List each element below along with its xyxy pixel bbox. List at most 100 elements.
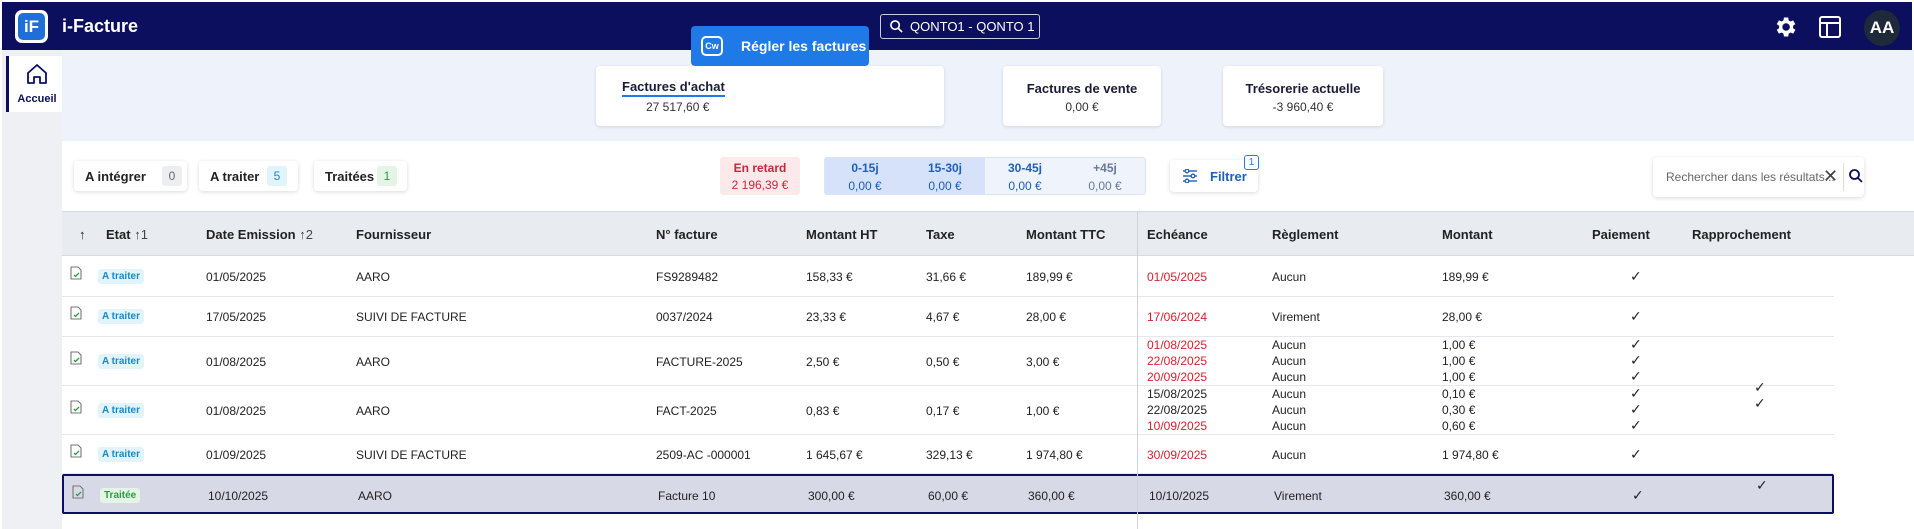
col-fournisseur[interactable]: Fournisseur	[356, 227, 431, 242]
bucket-label: 0-15j	[851, 161, 879, 175]
sort-indicator: ↑1	[134, 227, 148, 242]
col-reglement[interactable]: Règlement	[1272, 227, 1338, 242]
document-check-icon[interactable]	[70, 306, 82, 325]
col-montant-ht[interactable]: Montant HT	[806, 227, 877, 242]
cell-montant: 0,30 €	[1442, 403, 1476, 417]
cell-montant: 189,99 €	[1442, 270, 1489, 284]
status-badge: Traitée	[100, 488, 141, 503]
col-num-facture[interactable]: N° facture	[656, 227, 718, 242]
cell-echeance: 15/08/2025	[1147, 387, 1208, 401]
company-selector[interactable]: QONTO1 - QONTO 1	[880, 14, 1040, 39]
card-purchase-invoices[interactable]: Factures d'achat 27 517,60 €	[596, 66, 944, 126]
sidebar-item-home[interactable]: Accueil	[6, 56, 62, 112]
document-check-icon[interactable]	[70, 400, 82, 419]
tab-a-integrer[interactable]: A intégrer 0	[74, 161, 187, 191]
table-row[interactable]: A traiter 01/05/2025 AARO FS9289482 158,33 €…	[62, 257, 1834, 297]
cell-fournisseur: AARO	[358, 489, 393, 503]
cell-montant-ht: 1 645,67 €	[806, 448, 863, 462]
col-etat[interactable]: Etat ↑1	[106, 227, 148, 242]
sliders-icon	[1183, 169, 1197, 183]
app-logo-mark: iF	[18, 13, 45, 40]
check-icon: ✓	[1754, 395, 1766, 411]
pay-invoices-button[interactable]: Cw Régler les factures	[691, 26, 869, 66]
table-row[interactable]: A traiter 01/09/2025 SUIVI DE FACTURE 2509-…	[62, 435, 1834, 474]
document-check-icon[interactable]	[70, 351, 82, 370]
table-row[interactable]: Traitée 10/10/2025 AARO Facture 10 300,00 € 6…	[62, 474, 1834, 514]
col-paiement[interactable]: Paiement	[1592, 227, 1650, 242]
app-logo[interactable]: iF	[15, 10, 48, 43]
bucket-0-15[interactable]: 0-15j 0,00 €	[825, 158, 905, 194]
tab-traitees[interactable]: Traitées 1	[314, 161, 407, 191]
table-row[interactable]: A traiter 17/05/2025 SUIVI DE FACTURE 0037/…	[62, 297, 1834, 337]
cell-reglement: Aucun	[1272, 270, 1307, 284]
cell-taxe: 31,66 €	[926, 270, 967, 284]
gear-icon[interactable]	[1772, 14, 1798, 40]
search-icon	[890, 20, 903, 33]
close-icon[interactable]: ✕	[1823, 166, 1838, 187]
cell-num-facture: 2509-AC -000001	[656, 448, 751, 462]
cw-icon: Cw	[701, 36, 723, 56]
cell-date: 01/05/2025	[206, 270, 267, 284]
cell-fournisseur: AARO	[356, 404, 391, 418]
col-date-emission[interactable]: Date Emission ↑2	[206, 227, 313, 242]
cell-montant-ht: 2,50 €	[806, 355, 840, 369]
cell-num-facture: FACT-2025	[656, 404, 717, 418]
cell-taxe: 60,00 €	[928, 489, 969, 503]
document-check-icon[interactable]	[72, 485, 84, 504]
card-treasury[interactable]: Trésorerie actuelle -3 960,40 €	[1223, 66, 1383, 126]
cell-fournisseur: AARO	[356, 270, 391, 284]
cell-echeance: 01/05/2025	[1147, 270, 1208, 284]
tab-label: A intégrer	[85, 169, 146, 184]
late-filter[interactable]: En retard 2 196,39 €	[720, 157, 800, 195]
check-icon: ✓	[1630, 401, 1642, 417]
check-icon: ✓	[1630, 417, 1642, 433]
table-row[interactable]: A traiter 01/08/2025 AARO FACT-2025 0,83 € 0,…	[62, 379, 1834, 435]
bucket-value: 0,00 €	[1008, 179, 1042, 193]
cell-montant-ttc: 1,00 €	[1026, 404, 1060, 418]
cell-echeance: 10/09/2025	[1147, 419, 1208, 433]
col-montant-ttc[interactable]: Montant TTC	[1026, 227, 1105, 242]
col-rapprochement[interactable]: Rapprochement	[1692, 227, 1791, 242]
cell-date: 01/08/2025	[206, 404, 267, 418]
cell-taxe: 329,13 €	[926, 448, 973, 462]
cell-num-facture: FS9289482	[656, 270, 719, 284]
col-echeance[interactable]: Echéance	[1147, 227, 1208, 242]
cell-montant-ht: 300,00 €	[808, 489, 855, 503]
bucket-15-30[interactable]: 15-30j 0,00 €	[905, 158, 985, 194]
table-row[interactable]: A traiter 01/08/2025 AARO FACTURE-2025 2,50 …	[62, 336, 1834, 386]
cell-echeance: 10/10/2025	[1149, 489, 1210, 503]
cell-date: 10/10/2025	[208, 489, 269, 503]
bucket-45-plus[interactable]: +45j 0,00 €	[1065, 158, 1145, 194]
cell-reglement: Aucun	[1272, 370, 1307, 384]
search-icon[interactable]	[1849, 169, 1863, 183]
pay-invoices-label: Régler les factures	[741, 38, 867, 54]
check-icon: ✓	[1632, 487, 1644, 503]
cell-montant: 1 974,80 €	[1442, 448, 1499, 462]
layout-icon[interactable]	[1818, 15, 1842, 39]
check-icon: ✓	[1630, 352, 1642, 368]
search-box[interactable]: Rechercher dans les résultats... ✕	[1653, 157, 1864, 197]
search-divider	[1843, 163, 1844, 191]
sort-all-button[interactable]: ↑	[79, 227, 86, 242]
cell-echeance: 22/08/2025	[1147, 403, 1208, 417]
check-icon: ✓	[1630, 385, 1642, 401]
tab-a-traiter[interactable]: A traiter 5	[199, 161, 298, 191]
card-sales-invoices[interactable]: Factures de vente 0,00 €	[1003, 66, 1161, 126]
cell-montant-ht: 0,83 €	[806, 404, 840, 418]
col-taxe[interactable]: Taxe	[926, 227, 955, 242]
cell-echeance: 20/09/2025	[1147, 370, 1208, 384]
card-value: -3 960,40 €	[1272, 100, 1334, 114]
document-check-icon[interactable]	[70, 266, 82, 285]
cell-montant-ttc: 3,00 €	[1026, 355, 1060, 369]
cell-date: 17/05/2025	[206, 310, 267, 324]
check-icon: ✓	[1754, 379, 1766, 395]
card-value: 27 517,60 €	[646, 100, 710, 114]
document-check-icon[interactable]	[70, 444, 82, 463]
user-avatar[interactable]: AA	[1864, 10, 1900, 46]
search-input[interactable]: Rechercher dans les résultats...	[1666, 170, 1835, 184]
col-montant[interactable]: Montant	[1442, 227, 1493, 242]
check-icon: ✓	[1630, 446, 1642, 462]
card-title: Trésorerie actuelle	[1245, 81, 1361, 96]
tab-count: 0	[162, 166, 182, 186]
bucket-30-45[interactable]: 30-45j 0,00 €	[985, 158, 1065, 194]
